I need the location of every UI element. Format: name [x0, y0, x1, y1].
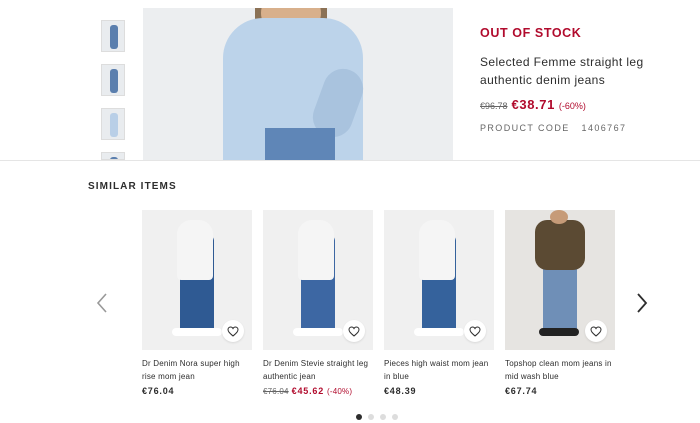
product-card[interactable]: Topshop clean mom jeans in mid wash blue… [505, 210, 615, 396]
save-for-later-button[interactable] [464, 320, 486, 342]
product-card-name[interactable]: Topshop clean mom jeans in mid wash blue [505, 357, 615, 383]
product-card-image[interactable] [263, 210, 373, 350]
thumbnail-list [101, 20, 125, 172]
product-info: OUT OF STOCK Selected Femme straight leg… [480, 26, 680, 133]
product-card-name[interactable]: Dr Denim Nora super high rise mom jean [142, 357, 252, 383]
discount-badge: (-40%) [327, 387, 353, 396]
pagination-dot[interactable] [368, 414, 374, 420]
product-title: Selected Femme straight leg authentic de… [480, 55, 644, 87]
save-for-later-button[interactable] [585, 320, 607, 342]
discount-badge: (-60%) [558, 101, 586, 111]
chevron-left-icon [96, 293, 107, 313]
price-row: €96.78 €38.71 (-60%) [480, 97, 680, 112]
stock-status: OUT OF STOCK [480, 26, 582, 40]
carousel-next-button[interactable] [635, 292, 649, 314]
thumbnail[interactable] [101, 20, 125, 52]
product-card-price: €67.74 [505, 386, 615, 396]
price: €76.04 [142, 386, 175, 396]
product-card[interactable]: Dr Denim Nora super high rise mom jean €… [142, 210, 252, 396]
product-card-name[interactable]: Dr Denim Stevie straight leg authentic j… [263, 357, 373, 383]
sale-price: €38.71 [511, 97, 555, 112]
similar-items-title: SIMILAR ITEMS [88, 181, 177, 192]
product-card-price: €76.04 [142, 386, 252, 396]
chevron-right-icon [637, 293, 648, 313]
product-card[interactable]: Pieces high waist mom jean in blue €48.3… [384, 210, 494, 396]
original-price: €76.04 [263, 387, 289, 396]
carousel-pagination [356, 414, 398, 420]
product-card-price: €76.04 €45.62 (-40%) [263, 386, 373, 396]
price: €48.39 [384, 386, 417, 396]
product-code-value: 1406767 [581, 123, 627, 133]
product-code-label: PRODUCT CODE [480, 123, 570, 133]
thumbnail[interactable] [101, 64, 125, 96]
original-price: €96.78 [480, 101, 508, 111]
heart-icon [227, 325, 239, 337]
heart-icon [590, 325, 602, 337]
product-card-image[interactable] [384, 210, 494, 350]
pagination-dot[interactable] [392, 414, 398, 420]
product-main-image[interactable] [143, 8, 453, 161]
price: €67.74 [505, 386, 538, 396]
save-for-later-button[interactable] [343, 320, 365, 342]
thumbnail[interactable] [101, 152, 125, 160]
product-card-name[interactable]: Pieces high waist mom jean in blue [384, 357, 494, 383]
product-card-image[interactable] [142, 210, 252, 350]
product-card-price: €48.39 [384, 386, 494, 396]
thumbnail[interactable] [101, 108, 125, 140]
product-code: PRODUCT CODE 1406767 [480, 123, 680, 133]
similar-items-carousel: Dr Denim Nora super high rise mom jean €… [142, 210, 615, 396]
section-divider [0, 160, 700, 161]
product-card-image[interactable] [505, 210, 615, 350]
carousel-prev-button[interactable] [95, 292, 109, 314]
sale-price: €45.62 [291, 386, 324, 396]
pagination-dot[interactable] [380, 414, 386, 420]
pagination-dot[interactable] [356, 414, 362, 420]
product-card[interactable]: Dr Denim Stevie straight leg authentic j… [263, 210, 373, 396]
save-for-later-button[interactable] [222, 320, 244, 342]
heart-icon [348, 325, 360, 337]
heart-icon [469, 325, 481, 337]
